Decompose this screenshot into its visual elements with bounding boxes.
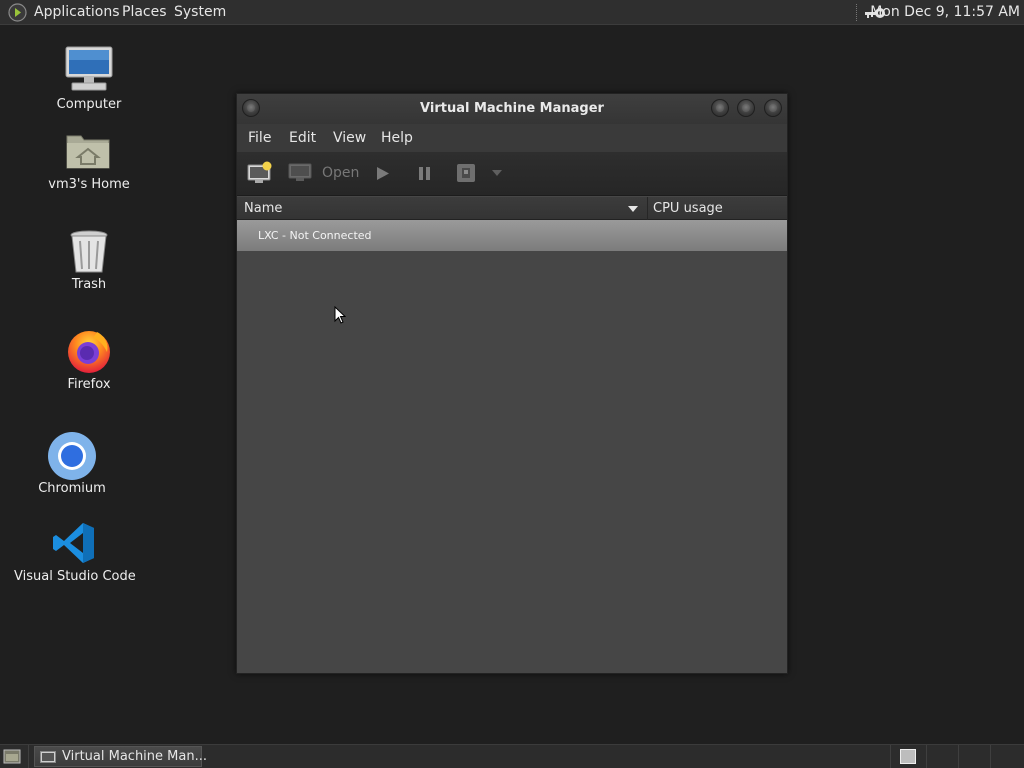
window-titlebar[interactable]: Virtual Machine Manager <box>237 94 787 124</box>
new-vm-icon[interactable] <box>247 161 273 185</box>
desktop-icon-chromium[interactable]: Chromium <box>33 430 111 500</box>
vm-list-area[interactable] <box>237 251 787 673</box>
desktop-icon-vscode[interactable]: Visual Studio Code <box>14 520 136 590</box>
desktop-icon-firefox[interactable]: Firefox <box>50 326 128 396</box>
taskbar-item-label: Virtual Machine Man... <box>62 749 207 764</box>
maximize-button[interactable] <box>737 99 755 117</box>
taskbar-item-virt-manager[interactable]: Virtual Machine Man... <box>34 746 207 767</box>
desktop-icon-label: Visual Studio Code <box>14 569 136 584</box>
monitor-icon[interactable] <box>288 163 312 183</box>
toolbar: Open <box>237 152 787 196</box>
firefox-icon <box>68 331 110 373</box>
places-menu[interactable]: Places <box>122 0 167 25</box>
menubar: File Edit View Help <box>237 124 787 152</box>
connection-row[interactable]: LXC - Not Connected <box>237 220 787 251</box>
desktop-icon-label: Computer <box>56 97 122 112</box>
connection-name: LXC - Not Connected <box>258 229 372 242</box>
column-name[interactable]: Name <box>244 197 282 220</box>
mouse-cursor-icon <box>334 306 346 324</box>
sort-down-icon[interactable] <box>628 206 638 212</box>
desktop-icon-label: Trash <box>71 277 107 292</box>
open-button[interactable]: Open <box>322 165 359 181</box>
window-title: Virtual Machine Manager <box>420 101 604 116</box>
minimize-button[interactable] <box>711 99 729 117</box>
column-divider[interactable] <box>647 197 648 220</box>
vscode-icon <box>53 523 94 563</box>
panel-separator <box>856 4 858 21</box>
trash-icon <box>70 230 108 273</box>
desktop-icon-home[interactable]: vm3's Home <box>40 128 138 198</box>
shutdown-icon[interactable] <box>456 163 476 183</box>
menu-edit[interactable]: Edit <box>289 124 316 152</box>
top-panel: Applications Places System Mon Dec 9, 11… <box>0 0 1024 25</box>
home-folder-icon <box>66 135 110 169</box>
menu-file[interactable]: File <box>248 124 271 152</box>
system-menu[interactable]: System <box>174 0 226 25</box>
distro-logo-icon[interactable] <box>8 3 27 22</box>
applications-menu[interactable]: Applications <box>34 0 120 25</box>
bottom-panel: Virtual Machine Man... <box>0 744 1024 768</box>
desktop-icon-label: vm3's Home <box>48 177 130 192</box>
column-cpu-usage[interactable]: CPU usage <box>653 197 723 220</box>
clock[interactable]: Mon Dec 9, 11:57 AM <box>870 0 1020 25</box>
panel-separator <box>990 745 991 768</box>
play-icon[interactable] <box>376 166 390 181</box>
panel-separator <box>890 745 891 768</box>
menu-view[interactable]: View <box>333 124 366 152</box>
close-button[interactable] <box>764 99 782 117</box>
chromium-icon <box>48 432 96 480</box>
desktop-icon-label: Chromium <box>38 481 106 496</box>
list-header: Name CPU usage <box>237 197 787 220</box>
shutdown-dropdown-icon[interactable] <box>492 170 502 176</box>
menu-help[interactable]: Help <box>381 124 413 152</box>
virt-manager-icon <box>40 751 56 763</box>
desktop-icon-trash[interactable]: Trash <box>50 228 128 298</box>
workspace-1[interactable] <box>900 749 916 764</box>
panel-separator <box>926 745 927 768</box>
pause-icon[interactable] <box>418 166 432 181</box>
desktop-icon-computer[interactable]: Computer <box>50 44 128 116</box>
desktop-icon-label: Firefox <box>67 377 111 392</box>
panel-separator <box>28 745 29 768</box>
computer-icon <box>65 46 113 91</box>
panel-separator <box>958 745 959 768</box>
show-desktop-icon[interactable] <box>3 749 21 764</box>
virt-manager-window: Virtual Machine Manager File Edit View H… <box>236 93 788 674</box>
